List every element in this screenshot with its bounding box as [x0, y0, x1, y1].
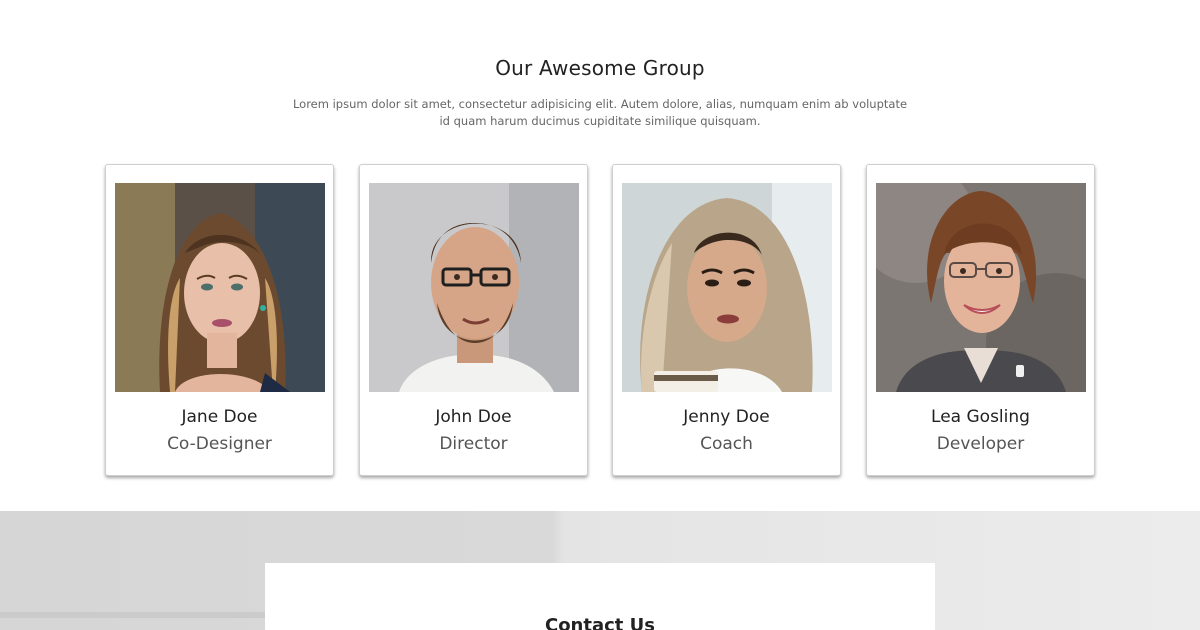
team-section: Our Awesome Group Lorem ipsum dolor sit … — [0, 0, 1200, 511]
team-card-jane-doe: Jane Doe Co-Designer — [105, 164, 334, 476]
portrait-man-glasses — [369, 183, 579, 392]
portrait-woman-long-hair — [115, 183, 325, 392]
section-subtitle: Lorem ipsum dolor sit amet, consectetur … — [290, 96, 910, 130]
member-photo — [876, 183, 1086, 392]
portrait-woman-bob-glasses — [876, 183, 1086, 392]
subtitle-line-2: id quam harum ducimus cupiditate similiq… — [439, 114, 761, 128]
member-role: Co-Designer — [167, 434, 272, 454]
member-role: Developer — [936, 434, 1025, 454]
contact-section: Contact Us — [0, 511, 1200, 630]
team-card-lea-gosling: Lea Gosling Developer — [866, 164, 1095, 476]
member-photo — [369, 183, 579, 392]
team-card-jenny-doe: Jenny Doe Coach — [612, 164, 841, 476]
member-name: John Doe — [435, 407, 512, 427]
section-title: Our Awesome Group — [495, 56, 705, 80]
member-name: Jane Doe — [181, 407, 258, 427]
contact-panel: Contact Us — [265, 563, 935, 630]
member-photo — [115, 183, 325, 392]
portrait-woman-blonde — [622, 183, 832, 392]
contact-title: Contact Us — [544, 615, 655, 630]
member-name: Lea Gosling — [931, 407, 1030, 427]
subtitle-line-1: Lorem ipsum dolor sit amet, consectetur … — [292, 97, 908, 111]
member-role: Director — [439, 434, 508, 454]
member-name: Jenny Doe — [683, 407, 770, 427]
member-photo — [622, 183, 832, 392]
member-role: Coach — [700, 434, 753, 454]
team-card-john-doe: John Doe Director — [359, 164, 588, 476]
